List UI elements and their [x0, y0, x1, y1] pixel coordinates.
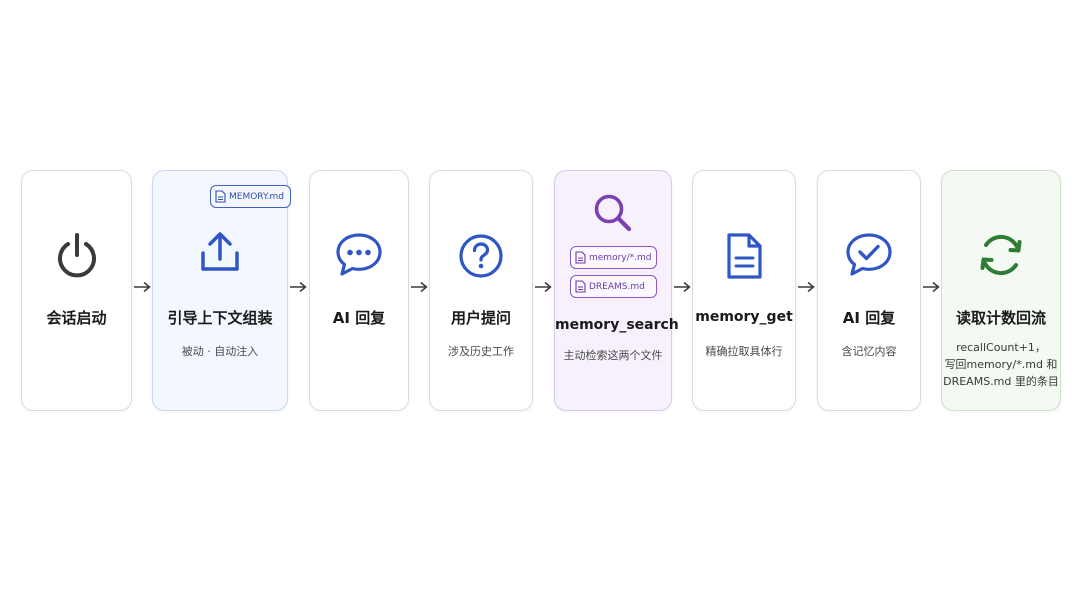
arrow-icon: [410, 281, 428, 293]
step-title: AI 回复: [332, 309, 386, 327]
arrow-icon: [534, 281, 552, 293]
memory-glob-badge: memory/*.md: [570, 246, 657, 269]
step-subtitle: 主动检索这两个文件: [563, 349, 663, 362]
step-subtitle: 被动 · 自动注入: [181, 345, 259, 358]
power-icon: [54, 231, 100, 279]
step-description: recallCount+1， 写回memory/*.md 和 DREAMS.md…: [942, 339, 1060, 390]
step-title: 引导上下文组装: [167, 309, 273, 327]
file-icon: [215, 190, 226, 203]
description-line: 写回memory/*.md 和: [944, 358, 1058, 371]
step-card-memory-get: memory_get 精确拉取具体行: [692, 170, 796, 411]
step-card-session-start: 会话启动: [21, 170, 132, 411]
step-card-ai-reply-with-memory: AI 回复 含记忆内容: [817, 170, 921, 411]
upload-icon: [197, 229, 243, 275]
chat-bubble-check-icon: [844, 231, 894, 279]
step-card-user-question: 用户提问 涉及历史工作: [429, 170, 533, 411]
step-card-ai-reply: AI 回复: [309, 170, 409, 411]
step-title: AI 回复: [842, 309, 896, 327]
dreams-md-badge: DREAMS.md: [570, 275, 657, 298]
step-title: memory_search: [555, 317, 679, 333]
arrow-icon: [797, 281, 815, 293]
step-title: 读取计数回流: [955, 309, 1046, 327]
refresh-icon: [976, 231, 1026, 279]
step-subtitle: 精确拉取具体行: [705, 345, 783, 358]
step-title: 会话启动: [46, 309, 107, 327]
arrow-icon: [922, 281, 940, 293]
search-icon: [592, 192, 634, 234]
question-circle-icon: [458, 233, 504, 279]
file-icon: [575, 280, 586, 293]
chat-bubble-dots-icon: [334, 231, 384, 279]
step-subtitle: 涉及历史工作: [448, 345, 514, 358]
step-card-recall-count-writeback: 读取计数回流 recallCount+1， 写回memory/*.md 和 DR…: [941, 170, 1061, 411]
description-line: recallCount+1，: [956, 341, 1046, 354]
memory-md-badge: MEMORY.md: [210, 185, 291, 208]
step-subtitle: 含记忆内容: [841, 345, 897, 358]
step-title: memory_get: [695, 309, 793, 325]
arrow-icon: [289, 281, 307, 293]
step-card-memory-search: memory/*.md DREAMS.md memory_search 主动检索…: [554, 170, 679, 411]
step-title: 用户提问: [450, 309, 511, 327]
file-icon: [575, 251, 586, 264]
description-line: DREAMS.md 里的条目: [943, 375, 1059, 388]
step-card-bootstrap-context: MEMORY.md 引导上下文组装 被动 · 自动注入: [152, 170, 291, 411]
arrow-icon: [673, 281, 691, 293]
arrow-icon: [133, 281, 151, 293]
document-icon: [724, 231, 764, 281]
